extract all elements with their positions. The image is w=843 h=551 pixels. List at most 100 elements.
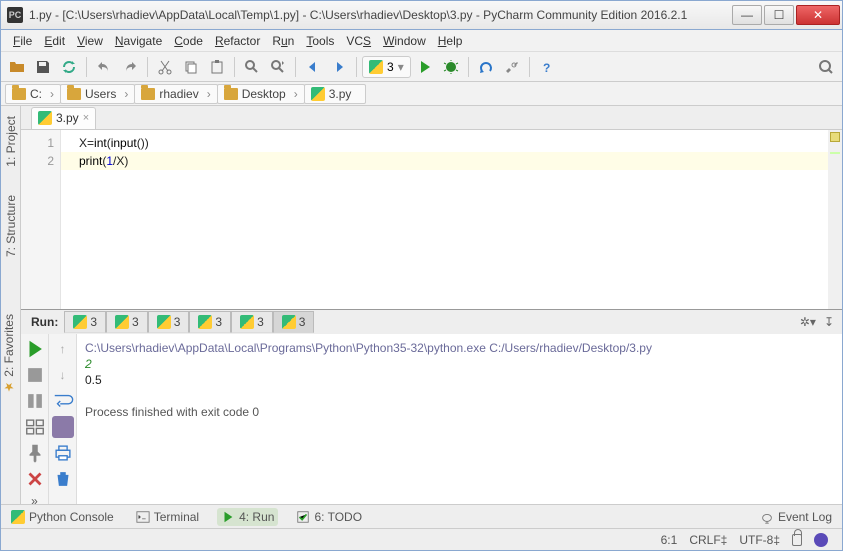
tab-close-icon[interactable]: ×: [83, 112, 89, 124]
search-everywhere-icon[interactable]: [814, 55, 838, 79]
menu-edit[interactable]: Edit: [38, 32, 71, 50]
warning-marker-icon: [830, 132, 840, 142]
close-run-icon[interactable]: [24, 468, 46, 490]
folder-icon: [12, 88, 26, 100]
svg-text:?: ?: [543, 61, 550, 75]
menu-code[interactable]: Code: [168, 32, 209, 50]
softwrap-icon[interactable]: [52, 390, 74, 412]
run-tab[interactable]: 3: [64, 311, 106, 333]
toolbar: 3 ▾ ?: [1, 52, 842, 82]
help-icon[interactable]: ?: [535, 55, 559, 79]
scroll-to-end-icon[interactable]: [52, 416, 74, 438]
hide-icon[interactable]: ↧: [820, 315, 838, 329]
editor-tab-label: 3.py: [56, 111, 79, 125]
run-left-toolbar-2: ↑ ↓: [49, 334, 77, 504]
status-lock-icon[interactable]: [786, 534, 808, 546]
tab-project[interactable]: 1: Project: [4, 112, 18, 171]
folder-icon: [67, 88, 81, 100]
run-config-selector[interactable]: 3 ▾: [362, 56, 411, 78]
copy-icon[interactable]: [179, 55, 203, 79]
python-icon: [282, 315, 296, 329]
clear-icon[interactable]: [52, 468, 74, 490]
python-icon: [115, 315, 129, 329]
editor-tabs: 3.py ×: [21, 106, 842, 130]
stop-icon[interactable]: [24, 364, 46, 386]
find-icon[interactable]: [240, 55, 264, 79]
tab-todo[interactable]: 6: TODO: [292, 508, 366, 526]
sync-icon[interactable]: [57, 55, 81, 79]
code-area[interactable]: X=int(input())print(1/X): [61, 130, 828, 309]
redo-icon[interactable]: [118, 55, 142, 79]
print-icon[interactable]: [52, 442, 74, 464]
cut-icon[interactable]: [153, 55, 177, 79]
paste-icon[interactable]: [205, 55, 229, 79]
settings-icon[interactable]: [500, 55, 524, 79]
status-line-sep[interactable]: CRLF‡: [683, 533, 733, 547]
down-icon[interactable]: ↓: [52, 364, 74, 386]
update-icon[interactable]: [474, 55, 498, 79]
menubar: File Edit View Navigate Code Refactor Ru…: [1, 30, 842, 52]
run-panel: Run: 3 3 3 3 3 3 ✲▾ ↧ »: [21, 309, 842, 504]
tab-python-console[interactable]: Python Console: [7, 508, 118, 526]
menu-window[interactable]: Window: [377, 32, 432, 50]
window-titlebar: PC 1.py - [C:\Users\rhadiev\AppData\Loca…: [0, 0, 843, 30]
back-icon[interactable]: [301, 55, 325, 79]
close-button[interactable]: ✕: [796, 5, 840, 25]
menu-refactor[interactable]: Refactor: [209, 32, 266, 50]
menu-view[interactable]: View: [71, 32, 109, 50]
status-indicator-icon[interactable]: [808, 533, 834, 547]
editor-tab[interactable]: 3.py ×: [31, 107, 96, 129]
run-tab[interactable]: 3: [189, 311, 231, 333]
status-position[interactable]: 6:1: [655, 533, 684, 547]
run-output[interactable]: C:\Users\rhadiev\AppData\Local\Programs\…: [77, 334, 842, 504]
run-left-toolbar: »: [21, 334, 49, 504]
status-encoding[interactable]: UTF-8‡: [733, 533, 786, 547]
replace-icon[interactable]: [266, 55, 290, 79]
run-tab[interactable]: 3: [231, 311, 273, 333]
open-icon[interactable]: [5, 55, 29, 79]
app-icon: PC: [7, 7, 23, 23]
menu-run[interactable]: Run: [266, 32, 300, 50]
menu-file[interactable]: File: [7, 32, 38, 50]
editor-scroll-marker[interactable]: [828, 130, 842, 309]
maximize-button[interactable]: ☐: [764, 5, 794, 25]
tab-favorites[interactable]: ★ 2: Favorites: [0, 310, 18, 398]
line-marker: [830, 152, 840, 154]
menu-navigate[interactable]: Navigate: [109, 32, 168, 50]
run-icon[interactable]: [413, 55, 437, 79]
menu-help[interactable]: Help: [432, 32, 469, 50]
crumb-rhadiev[interactable]: rhadiev: [134, 84, 217, 104]
run-panel-label: Run:: [25, 315, 64, 329]
python-icon: [11, 510, 25, 524]
line-numbers: 12: [21, 130, 61, 309]
minimize-button[interactable]: —: [732, 5, 762, 25]
save-icon[interactable]: [31, 55, 55, 79]
crumb-users[interactable]: Users: [60, 84, 135, 104]
pin-icon[interactable]: [24, 442, 46, 464]
crumb-desktop[interactable]: Desktop: [217, 84, 305, 104]
forward-icon[interactable]: [327, 55, 351, 79]
debug-icon[interactable]: [439, 55, 463, 79]
tab-run[interactable]: 4: Run: [217, 508, 278, 526]
crumb-file[interactable]: 3.py: [304, 84, 367, 104]
run-config-label: 3: [387, 60, 394, 74]
menu-tools[interactable]: Tools: [300, 32, 340, 50]
run-tab[interactable]: 3: [148, 311, 190, 333]
layout-icon[interactable]: [24, 416, 46, 438]
tab-structure[interactable]: 7: Structure: [4, 191, 18, 261]
editor[interactable]: 12 X=int(input())print(1/X): [21, 130, 842, 309]
tab-terminal[interactable]: Terminal: [132, 508, 203, 526]
rerun-icon[interactable]: [24, 338, 46, 360]
run-tab-active[interactable]: 3: [273, 311, 315, 333]
bottom-tool-tabs: Python Console Terminal 4: Run 6: TODO E…: [1, 504, 842, 528]
left-tool-gutter: 1: Project 7: Structure: [1, 106, 21, 504]
run-tab[interactable]: 3: [106, 311, 148, 333]
folder-icon: [141, 88, 155, 100]
undo-icon[interactable]: [92, 55, 116, 79]
up-icon[interactable]: ↑: [52, 338, 74, 360]
gear-icon[interactable]: ✲▾: [796, 315, 820, 329]
menu-vcs[interactable]: VCS: [340, 32, 377, 50]
tab-event-log[interactable]: Event Log: [756, 508, 836, 526]
pause-icon[interactable]: [24, 390, 46, 412]
crumb-c[interactable]: C:: [5, 84, 61, 104]
